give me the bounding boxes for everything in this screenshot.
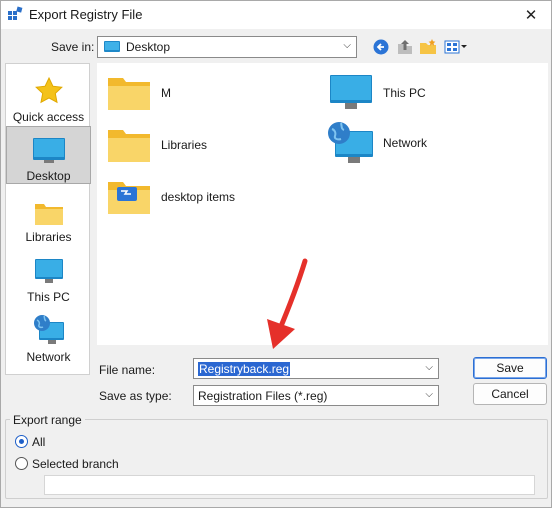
- chevron-down-icon: ⌵: [425, 362, 433, 373]
- save-as-type-dropdown[interactable]: Registration Files (*.reg) ⌵: [193, 385, 439, 406]
- close-icon: ✕: [524, 7, 538, 24]
- desktop-icon: [32, 138, 65, 163]
- up-folder-icon: [398, 40, 412, 54]
- this-pc-icon: [34, 259, 63, 283]
- save-button[interactable]: Save: [473, 357, 547, 379]
- export-range-title: Export range: [10, 413, 85, 427]
- file-name-value: Registryback.reg: [198, 361, 291, 376]
- list-item-m[interactable]: M: [105, 73, 171, 113]
- save-in-value: Desktop: [126, 40, 171, 54]
- place-network[interactable]: Network: [6, 308, 91, 366]
- radio-selected-branch[interactable]: [15, 457, 28, 470]
- selected-branch-input[interactable]: [44, 475, 535, 495]
- export-registry-dialog: Export Registry File ✕ Save in: Desktop …: [0, 0, 552, 508]
- radio-all-label: All: [32, 435, 46, 449]
- file-name-label: File name:: [99, 363, 156, 377]
- file-name: Network: [383, 136, 428, 150]
- title-bar: Export Registry File ✕: [1, 1, 551, 29]
- folder-special-icon: [108, 182, 150, 214]
- chevron-down-icon: ⌵: [425, 389, 433, 400]
- chevron-down-icon: ⌵: [343, 40, 351, 51]
- new-folder-button[interactable]: [418, 37, 438, 57]
- place-label: Network: [26, 350, 71, 364]
- libraries-icon: [108, 130, 150, 162]
- file-name: Libraries: [161, 138, 208, 152]
- file-name: desktop items: [161, 190, 236, 204]
- save-in-label: Save in:: [51, 40, 95, 54]
- view-menu-icon: [444, 40, 467, 54]
- place-desktop[interactable]: Desktop: [6, 126, 91, 184]
- view-menu-button[interactable]: [443, 37, 469, 57]
- place-label: This PC: [27, 290, 70, 304]
- folder-icon: [108, 78, 150, 110]
- place-this-pc[interactable]: This PC: [6, 248, 91, 306]
- list-item-desktop-items[interactable]: desktop items: [105, 177, 235, 217]
- network-icon: [328, 122, 373, 163]
- back-button[interactable]: [371, 37, 391, 57]
- place-quick-access[interactable]: Quick access: [6, 68, 91, 126]
- save-as-type-label: Save as type:: [99, 389, 172, 403]
- place-label: Quick access: [12, 110, 85, 124]
- save-in-dropdown[interactable]: Desktop ⌵: [97, 36, 357, 58]
- star-icon: [34, 76, 63, 104]
- radio-selected-branch-label: Selected branch: [32, 457, 119, 471]
- list-item-libraries[interactable]: Libraries: [105, 125, 207, 165]
- list-item-network[interactable]: Network: [327, 122, 428, 163]
- place-label: Libraries: [25, 230, 72, 244]
- file-name-field[interactable]: Registryback.reg ⌵: [193, 358, 439, 379]
- file-name: M: [161, 86, 171, 100]
- desktop-icon: [104, 41, 120, 52]
- libraries-icon: [34, 204, 63, 225]
- places-bar: Quick access Desktop Libraries This PC N…: [5, 63, 91, 375]
- radio-all[interactable]: [15, 435, 28, 448]
- list-item-this-pc[interactable]: This PC: [327, 73, 426, 113]
- place-label: Desktop: [26, 169, 71, 183]
- save-as-type-value: Registration Files (*.reg): [198, 388, 328, 403]
- back-arrow-icon: [373, 39, 389, 55]
- annotation-arrow-icon: [267, 258, 308, 349]
- file-list: M This PC Libraries Network desktop item…: [97, 63, 548, 345]
- close-button[interactable]: ✕: [511, 1, 551, 29]
- place-libraries[interactable]: Libraries: [6, 188, 91, 246]
- this-pc-icon: [330, 75, 372, 109]
- window-title: Export Registry File: [29, 7, 143, 22]
- registry-icon: [8, 6, 23, 20]
- network-icon: [33, 315, 64, 344]
- cancel-button[interactable]: Cancel: [473, 383, 547, 405]
- new-folder-icon: [420, 39, 436, 54]
- file-name: This PC: [383, 86, 426, 100]
- up-folder-button[interactable]: [395, 37, 415, 57]
